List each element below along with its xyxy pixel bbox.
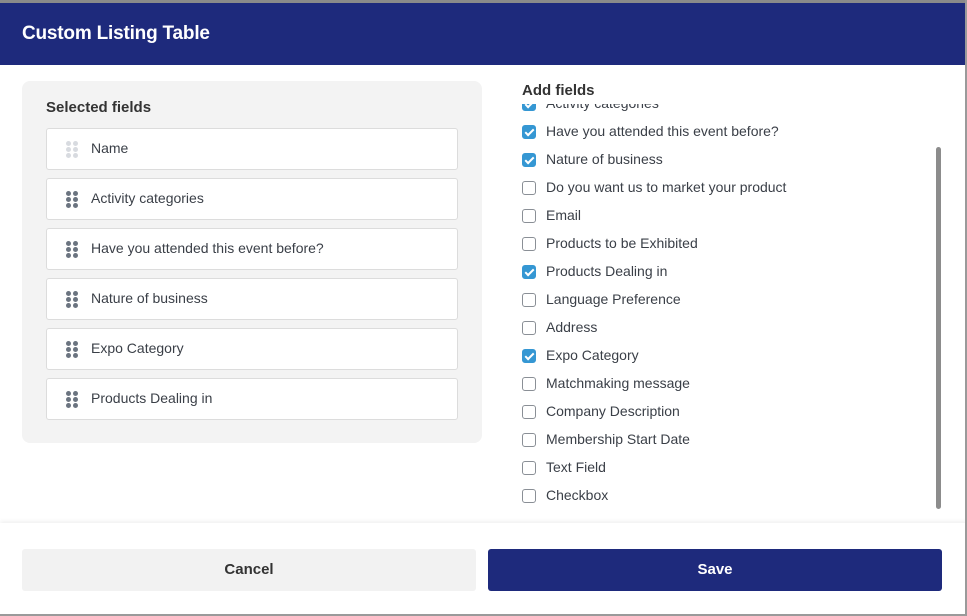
add-field-label[interactable]: Products to be Exhibited bbox=[546, 235, 698, 251]
checkbox-icon[interactable] bbox=[522, 321, 536, 335]
selected-field-item[interactable]: Products Dealing in bbox=[46, 378, 458, 420]
add-field-option[interactable]: Email bbox=[522, 206, 922, 226]
add-field-option[interactable]: Products Dealing in bbox=[522, 262, 922, 282]
add-field-option[interactable]: Language Preference bbox=[522, 290, 922, 310]
add-field-label[interactable]: Checkbox bbox=[546, 487, 608, 503]
add-field-label[interactable]: Nature of business bbox=[546, 151, 663, 167]
save-button[interactable]: Save bbox=[488, 549, 942, 591]
selected-field-item[interactable]: Name bbox=[46, 128, 458, 170]
checkbox-checked-icon[interactable] bbox=[522, 104, 536, 111]
add-field-option[interactable]: Have you attended this event before? bbox=[522, 122, 922, 142]
add-field-label[interactable]: Membership Start Date bbox=[546, 431, 690, 447]
selected-field-label: Name bbox=[91, 140, 129, 156]
add-field-option[interactable]: Checkbox bbox=[522, 486, 922, 506]
dialog-footer: Cancel Save bbox=[0, 523, 967, 616]
add-field-label[interactable]: Company Description bbox=[546, 403, 680, 419]
add-field-option[interactable]: Company Description bbox=[522, 402, 922, 422]
add-field-option[interactable]: Products to be Exhibited bbox=[522, 234, 922, 254]
add-field-label[interactable]: Language Preference bbox=[546, 291, 681, 307]
drag-handle-icon bbox=[66, 141, 78, 159]
add-field-label[interactable]: Products Dealing in bbox=[546, 263, 667, 279]
scrollbar-thumb[interactable] bbox=[936, 147, 941, 509]
selected-fields-title: Selected fields bbox=[46, 99, 152, 116]
add-field-option[interactable]: Membership Start Date bbox=[522, 430, 922, 450]
drag-handle-icon[interactable] bbox=[66, 291, 78, 309]
selected-field-item[interactable]: Nature of business bbox=[46, 278, 458, 320]
selected-field-label: Products Dealing in bbox=[91, 390, 213, 406]
add-field-label[interactable]: Address bbox=[546, 319, 597, 335]
selected-field-item[interactable]: Have you attended this event before? bbox=[46, 228, 458, 270]
add-fields-title: Add fields bbox=[522, 82, 595, 99]
checkbox-icon[interactable] bbox=[522, 237, 536, 251]
add-field-label[interactable]: Text Field bbox=[546, 459, 606, 475]
checkbox-checked-icon[interactable] bbox=[522, 265, 536, 279]
drag-handle-icon[interactable] bbox=[66, 391, 78, 409]
dialog-title: Custom Listing Table bbox=[22, 23, 210, 44]
add-field-option[interactable]: Do you want us to market your product bbox=[522, 178, 922, 198]
add-fields-scrollbar[interactable] bbox=[936, 104, 942, 514]
add-field-option[interactable]: Expo Category bbox=[522, 346, 922, 366]
checkbox-icon[interactable] bbox=[522, 293, 536, 307]
drag-handle-icon[interactable] bbox=[66, 341, 78, 359]
add-fields-list[interactable]: Activity categories Have you attended thi… bbox=[520, 104, 930, 516]
add-field-label[interactable]: Have you attended this event before? bbox=[546, 123, 779, 139]
add-field-label[interactable]: Activity categories bbox=[546, 104, 659, 111]
checkbox-icon[interactable] bbox=[522, 433, 536, 447]
checkbox-icon[interactable] bbox=[522, 405, 536, 419]
selected-field-label: Activity categories bbox=[91, 190, 204, 206]
add-field-option[interactable]: Address bbox=[522, 318, 922, 338]
checkbox-icon[interactable] bbox=[522, 461, 536, 475]
add-field-label[interactable]: Do you want us to market your product bbox=[546, 179, 786, 195]
selected-field-item[interactable]: Expo Category bbox=[46, 328, 458, 370]
add-field-label[interactable]: Email bbox=[546, 207, 581, 223]
selected-fields-panel: Selected fields Name Activity categories H… bbox=[22, 81, 482, 443]
add-field-label[interactable]: Expo Category bbox=[546, 347, 639, 363]
drag-handle-icon[interactable] bbox=[66, 241, 78, 259]
add-field-option[interactable]: Text Field bbox=[522, 458, 922, 478]
checkbox-icon[interactable] bbox=[522, 209, 536, 223]
checkbox-checked-icon[interactable] bbox=[522, 125, 536, 139]
selected-field-item[interactable]: Activity categories bbox=[46, 178, 458, 220]
add-field-option[interactable]: Matchmaking message bbox=[522, 374, 922, 394]
checkbox-icon[interactable] bbox=[522, 181, 536, 195]
selected-field-label: Have you attended this event before? bbox=[91, 240, 324, 256]
cancel-button[interactable]: Cancel bbox=[22, 549, 476, 591]
selected-field-label: Expo Category bbox=[91, 340, 184, 356]
add-field-option[interactable]: Nature of business bbox=[522, 150, 922, 170]
checkbox-checked-icon[interactable] bbox=[522, 349, 536, 363]
checkbox-checked-icon[interactable] bbox=[522, 153, 536, 167]
drag-handle-icon[interactable] bbox=[66, 191, 78, 209]
dialog-header: Custom Listing Table bbox=[0, 3, 967, 65]
selected-field-label: Nature of business bbox=[91, 290, 208, 306]
add-field-option[interactable]: Activity categories bbox=[522, 104, 922, 114]
checkbox-icon[interactable] bbox=[522, 489, 536, 503]
checkbox-icon[interactable] bbox=[522, 377, 536, 391]
add-field-label[interactable]: Matchmaking message bbox=[546, 375, 690, 391]
